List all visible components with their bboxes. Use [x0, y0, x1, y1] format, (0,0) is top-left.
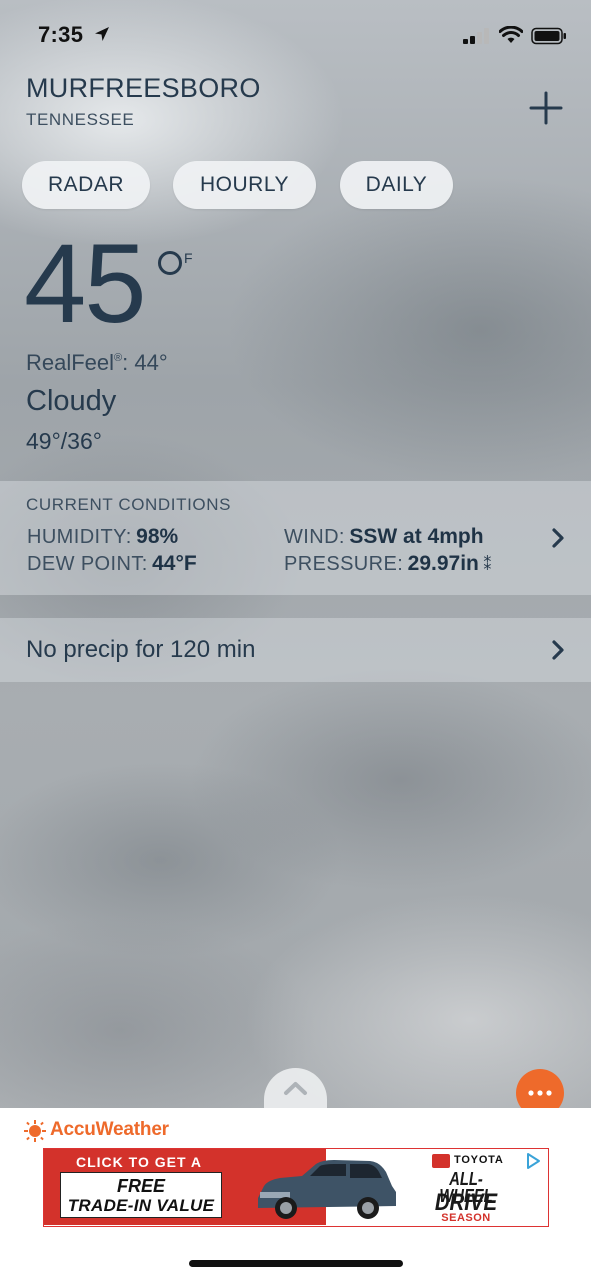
expand-handle[interactable] — [264, 1068, 327, 1112]
dew-point-row: DEW POINT: 44°F — [27, 552, 197, 576]
realfeel-value: : 44° — [122, 350, 168, 375]
dew-point-value: 44°F — [152, 552, 197, 575]
chevron-up-icon[interactable] — [264, 1068, 327, 1112]
more-icon[interactable] — [528, 1090, 552, 1096]
ad-cta-text: CLICK TO GET A — [76, 1154, 202, 1170]
tab-hourly[interactable]: HOURLY — [173, 161, 316, 209]
accuweather-sun-icon — [24, 1120, 46, 1142]
suv-image — [258, 1160, 396, 1219]
adchoices-icon[interactable] — [524, 1152, 542, 1170]
minutecast-text: No precip for 120 min — [26, 636, 256, 663]
high-low-temperature: 49°/36° — [26, 428, 102, 454]
humidity-label: HUMIDITY: — [27, 526, 132, 548]
temperature-unit: F — [184, 250, 193, 266]
plus-icon[interactable] — [528, 90, 564, 126]
weather-condition: Cloudy — [26, 385, 117, 417]
realfeel-label: RealFeel — [26, 350, 115, 375]
tab-radar[interactable]: RADAR — [22, 161, 150, 209]
ad-free-text: FREE — [116, 1176, 165, 1196]
wifi-icon — [499, 26, 523, 43]
pressure-steady-icon: ⁑ — [483, 557, 492, 574]
humidity-row: HUMIDITY: 98% — [27, 525, 178, 549]
pressure-value: 29.97in — [407, 552, 479, 575]
dew-point-label: DEW POINT: — [27, 553, 148, 575]
cellular-signal-icon — [463, 28, 489, 44]
state-name: TENNESSEE — [26, 110, 135, 129]
wind-row: WIND: SSW at 4mph — [284, 525, 484, 549]
ad-offer-box: FREE TRADE-IN VALUE — [60, 1172, 222, 1218]
pressure-label: PRESSURE: — [284, 553, 404, 575]
registered-mark: ® — [114, 352, 123, 364]
chevron-right-icon[interactable] — [550, 639, 566, 661]
current-temperature: 45 — [24, 221, 147, 346]
current-conditions-title: CURRENT CONDITIONS — [26, 495, 232, 514]
ad-banner[interactable]: CLICK TO GET A FREE TRADE-IN VALUE TOYOT… — [43, 1148, 549, 1227]
wind-label: WIND: — [284, 526, 345, 548]
realfeel-temperature: RealFeel®: 44° — [26, 350, 168, 376]
accuweather-logo-text: AccuWeather — [50, 1119, 169, 1140]
home-indicator[interactable] — [189, 1260, 403, 1267]
chevron-right-icon[interactable] — [550, 527, 566, 549]
ad-brand-text: TOYOTA — [454, 1154, 504, 1166]
ad-trade-in-text: TRADE-IN VALUE — [67, 1196, 215, 1215]
status-time: 7:35 — [38, 22, 84, 47]
city-name[interactable]: MURFREESBORO — [26, 73, 261, 104]
location-arrow-icon — [95, 27, 109, 41]
toyota-logo-icon — [432, 1154, 450, 1168]
degree-symbol-icon — [158, 251, 182, 275]
ad-season-text: SEASON — [441, 1212, 491, 1224]
wind-value: SSW at 4mph — [349, 525, 484, 548]
tab-daily[interactable]: DAILY — [340, 161, 453, 209]
humidity-value: 98% — [136, 525, 179, 548]
battery-icon — [531, 27, 566, 45]
pressure-row: PRESSURE: 29.97in ⁑ — [284, 552, 491, 576]
